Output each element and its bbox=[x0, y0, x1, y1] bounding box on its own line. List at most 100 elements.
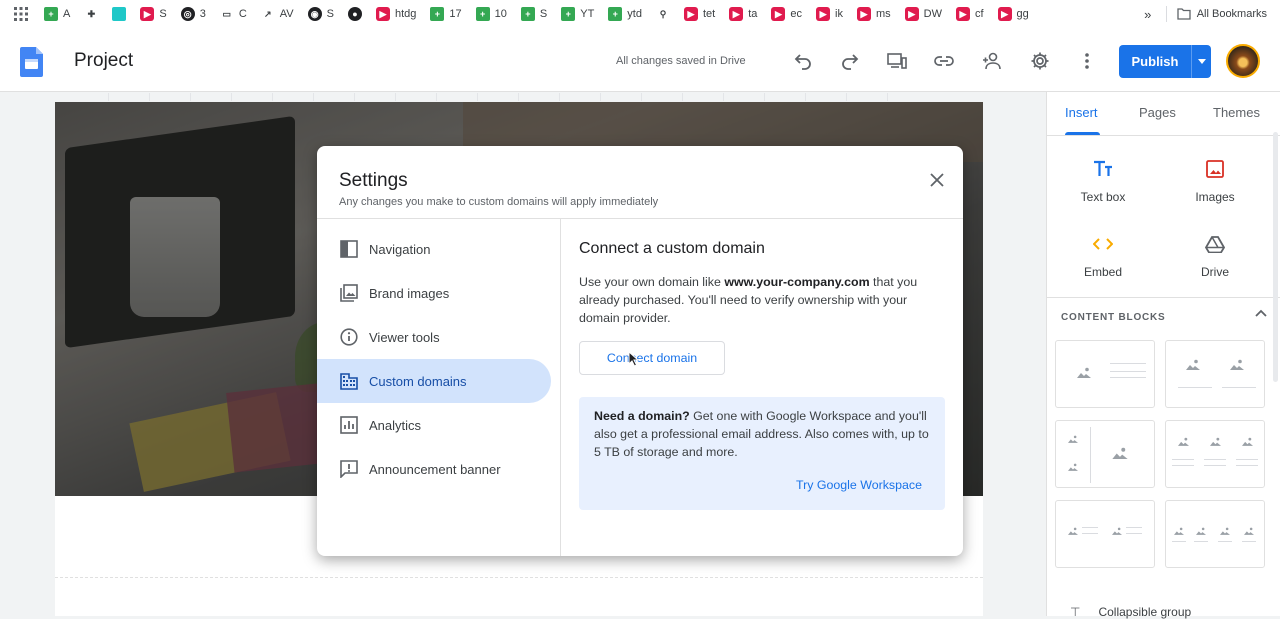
bookmark-24[interactable]: ▶ gg bbox=[997, 7, 1029, 21]
bookmark-21[interactable]: ▶ ms bbox=[856, 7, 891, 21]
publish-label: Publish bbox=[1131, 54, 1179, 69]
insert-embed[interactable]: Embed bbox=[1063, 231, 1143, 279]
share-button[interactable] bbox=[981, 50, 1003, 72]
bookmark-7[interactable]: ↗ AV bbox=[261, 7, 294, 21]
nav-label: Analytics bbox=[369, 417, 422, 433]
bookmark-22[interactable]: ▶ DW bbox=[904, 7, 942, 21]
copy-link-button[interactable] bbox=[933, 50, 955, 72]
bookmark-8[interactable]: ◉ S bbox=[307, 7, 334, 21]
folder-icon: ▭ bbox=[222, 8, 232, 19]
content-block-tile[interactable] bbox=[1165, 420, 1265, 488]
avatar[interactable] bbox=[1226, 44, 1260, 78]
bookmark-15[interactable]: + ytd bbox=[608, 7, 642, 21]
try-workspace-link[interactable]: Try Google Workspace bbox=[796, 478, 922, 492]
insert-label: Text box bbox=[1080, 190, 1126, 204]
tile-line bbox=[1236, 459, 1258, 460]
panel-scrollbar[interactable] bbox=[1273, 132, 1278, 382]
bookmark-12[interactable]: +10 bbox=[475, 7, 507, 21]
bookmark-5[interactable]: ◎ 3 bbox=[180, 7, 206, 21]
insert-images[interactable]: Images bbox=[1175, 156, 1255, 204]
tile-line bbox=[1172, 459, 1194, 460]
tile-line bbox=[1236, 465, 1258, 466]
image-placeholder-icon bbox=[1077, 367, 1091, 378]
collapse-content-blocks-button[interactable] bbox=[1255, 309, 1267, 317]
section-divider bbox=[55, 577, 983, 578]
tab-themes[interactable]: Themes bbox=[1213, 105, 1260, 120]
content-block-tile[interactable] bbox=[1055, 420, 1155, 488]
project-title[interactable]: Project bbox=[74, 50, 133, 72]
bookmark-label: ms bbox=[875, 8, 891, 20]
bookmark-10[interactable]: ▶ htdg bbox=[375, 7, 416, 21]
desc-pre: Use your own domain like bbox=[579, 275, 725, 289]
settings-nav-navigation[interactable]: Navigation bbox=[317, 227, 551, 271]
bookmark-2[interactable]: ✚ bbox=[84, 7, 98, 21]
content-block-tile[interactable] bbox=[1055, 500, 1155, 568]
panel-divider bbox=[1047, 297, 1280, 298]
bookmark-20[interactable]: ▶ ik bbox=[816, 7, 843, 21]
connect-domain-button[interactable]: Connect domain bbox=[579, 341, 725, 375]
insert-text-box[interactable]: Text box bbox=[1063, 156, 1143, 204]
close-button[interactable] bbox=[927, 170, 947, 190]
bookmarks-overflow-button[interactable]: » bbox=[1130, 7, 1166, 22]
publish-button[interactable]: Publish bbox=[1119, 45, 1211, 78]
tile-line bbox=[1082, 533, 1098, 534]
bookmark-17[interactable]: ▶ tet bbox=[683, 7, 715, 21]
bookmark-label: cf bbox=[974, 8, 984, 20]
bookmark-6[interactable]: ▭ C bbox=[220, 7, 247, 21]
content-block-tile[interactable] bbox=[1165, 340, 1265, 408]
youtube-icon: ▶ bbox=[683, 7, 698, 21]
bookmark-9[interactable]: ● bbox=[347, 7, 362, 21]
content-block-tile[interactable] bbox=[1055, 340, 1155, 408]
settings-nav-brand-images[interactable]: Brand images bbox=[317, 271, 551, 315]
image-placeholder-icon bbox=[1174, 527, 1184, 535]
settings-button[interactable] bbox=[1029, 50, 1051, 72]
image-placeholder-icon bbox=[1068, 463, 1078, 471]
bookmark-18[interactable]: ▶ ta bbox=[729, 7, 757, 21]
sheets-icon: + bbox=[44, 7, 58, 21]
collapsible-group-item[interactable]: ⊤ Collapsible group bbox=[1070, 605, 1191, 619]
bookmark-13[interactable]: + S bbox=[520, 7, 547, 21]
bookmark-1[interactable]: + A bbox=[44, 7, 70, 21]
content-block-tile[interactable] bbox=[1165, 500, 1265, 568]
settings-nav-viewer-tools[interactable]: Viewer tools bbox=[317, 315, 551, 359]
bookmark-3[interactable] bbox=[112, 7, 127, 21]
settings-nav-announcement-banner[interactable]: Announcement banner bbox=[317, 447, 551, 491]
image-placeholder-icon bbox=[1068, 527, 1078, 535]
undo-button[interactable] bbox=[792, 50, 814, 72]
tile-line bbox=[1126, 527, 1142, 528]
tab-pages[interactable]: Pages bbox=[1139, 105, 1176, 120]
preview-button[interactable] bbox=[886, 50, 908, 72]
bookmark-16[interactable]: ⚲ bbox=[656, 7, 670, 21]
all-bookmarks-label: All Bookmarks bbox=[1196, 8, 1267, 20]
bookmark-label: ytd bbox=[627, 8, 642, 20]
navigation-icon bbox=[340, 240, 358, 258]
apps-grid-button[interactable] bbox=[14, 7, 28, 21]
settings-nav-analytics[interactable]: Analytics bbox=[317, 403, 551, 447]
redo-button[interactable] bbox=[839, 50, 861, 72]
puzzle-icon: ✚ bbox=[87, 8, 96, 19]
bookmark-11[interactable]: +17 bbox=[430, 7, 462, 21]
bookmark-19[interactable]: ▶ ec bbox=[771, 7, 802, 21]
insert-drive[interactable]: Drive bbox=[1175, 231, 1255, 279]
youtube-icon: ▶ bbox=[375, 7, 390, 21]
images-icon bbox=[1206, 160, 1224, 178]
chevron-up-icon bbox=[1255, 309, 1267, 317]
publish-dropdown-button[interactable] bbox=[1192, 59, 1211, 64]
analytics-icon bbox=[340, 416, 358, 434]
bookmark-23[interactable]: ▶ cf bbox=[955, 7, 984, 21]
drive-icon bbox=[1205, 235, 1225, 253]
more-options-button[interactable] bbox=[1076, 50, 1098, 72]
bookmark-14[interactable]: + YT bbox=[561, 7, 594, 21]
youtube-icon: ▶ bbox=[856, 7, 871, 21]
all-bookmarks-button[interactable]: All Bookmarks bbox=[1177, 8, 1280, 20]
info-bold: Need a domain? bbox=[594, 409, 690, 423]
settings-nav-custom-domains[interactable]: Custom domains bbox=[317, 359, 551, 403]
sites-logo-icon[interactable] bbox=[20, 47, 43, 77]
tab-insert[interactable]: Insert bbox=[1065, 105, 1098, 120]
insert-label: Images bbox=[1195, 190, 1235, 204]
apps-grid-icon bbox=[14, 7, 28, 21]
info-icon bbox=[340, 328, 358, 346]
bookmark-4[interactable]: ▶ S bbox=[140, 7, 167, 21]
workspace-info-box: Need a domain? Get one with Google Works… bbox=[579, 397, 945, 510]
tile-line bbox=[1222, 387, 1256, 388]
